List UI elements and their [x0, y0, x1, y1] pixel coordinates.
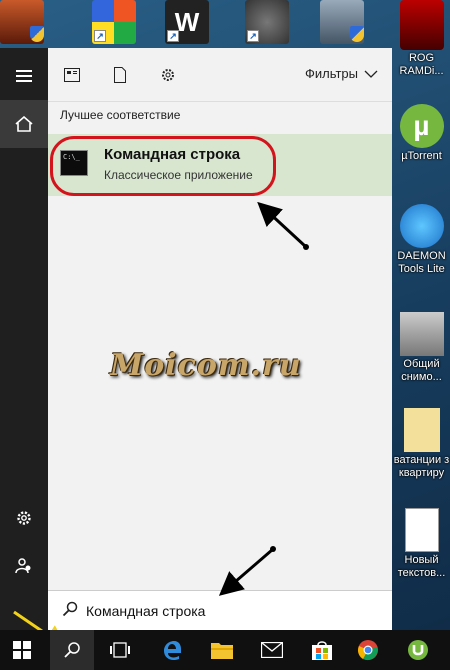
- search-icon: [64, 642, 80, 658]
- windows-logo-icon: [13, 641, 31, 659]
- store-taskbar-button[interactable]: [300, 630, 344, 670]
- file-explorer-taskbar-button[interactable]: [200, 630, 244, 670]
- arrow-to-result: [257, 201, 309, 250]
- task-view-icon: [110, 642, 130, 658]
- chrome-icon: [358, 640, 378, 661]
- store-icon: [312, 641, 332, 660]
- edge-icon: [164, 641, 181, 661]
- utorrent-taskbar-button[interactable]: [396, 630, 440, 670]
- mail-taskbar-button[interactable]: [250, 630, 294, 670]
- folder-icon: [211, 643, 233, 659]
- arrow-to-search-box: [218, 546, 276, 596]
- taskbar: [0, 630, 450, 670]
- utorrent-icon: [408, 640, 428, 660]
- chrome-taskbar-button[interactable]: [346, 630, 390, 670]
- search-taskbar-button[interactable]: [50, 630, 94, 670]
- task-view-button[interactable]: [98, 630, 142, 670]
- edge-taskbar-button[interactable]: [150, 630, 194, 670]
- annotation-arrows-layer: [13, 201, 309, 649]
- start-button[interactable]: [0, 630, 44, 670]
- mail-icon: [261, 642, 283, 658]
